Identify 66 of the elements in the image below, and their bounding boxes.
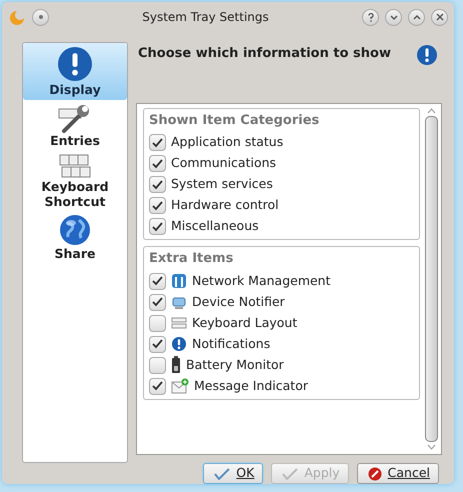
checkbox[interactable] [149,134,166,152]
scroll-down-icon [426,444,436,450]
checkbox[interactable] [149,294,166,311]
checkbox-label: Application status [171,133,284,152]
check-icon [152,200,163,211]
info-icon [171,336,187,352]
ok-button[interactable]: OK [203,463,264,484]
app-icon [8,8,26,26]
scrollbar-handle[interactable] [424,116,438,442]
page-heading: Choose which information to show [138,45,391,63]
minimize-button[interactable] [385,8,402,26]
pin-button[interactable] [32,8,49,26]
checkbox-label: Notifications [192,334,270,353]
sidebar-item[interactable]: Keyboard Shortcut [23,150,127,211]
keyboard-icon [171,317,187,330]
checkbox[interactable] [149,176,166,194]
checkbox-label: Miscellaneous [171,217,259,236]
check-icon [152,297,163,308]
check-icon [214,468,230,480]
check-icon [152,339,163,350]
keyboard-icon [58,153,92,179]
window-title: System Tray Settings [141,9,270,26]
checkbox-label: Communications [171,154,276,172]
checkbox-label: Network Management [192,272,331,290]
sidebar-item[interactable]: Entries [23,100,127,150]
checkbox[interactable] [149,314,166,332]
check-icon [152,276,163,286]
help-button[interactable] [362,8,379,26]
check-icon [152,180,163,190]
checkbox[interactable] [149,155,166,172]
checkbox-label: Keyboard Layout [192,314,298,332]
checkbox-label: Device Notifier [192,292,285,311]
close-button[interactable] [431,8,448,26]
checkbox[interactable] [149,356,166,374]
checkbox-label: Battery Monitor [186,356,284,374]
stop-icon [368,466,382,480]
checkbox[interactable] [149,272,166,290]
check-icon [152,158,163,169]
group-title: Extra Items [149,250,234,268]
close-icon [434,12,444,22]
checkbox-label: System services [171,175,273,194]
checkbox-label: Message Indicator [194,376,308,395]
battery-icon [171,356,181,374]
help-icon [366,12,376,22]
scroll-up-icon [426,108,436,114]
checkbox[interactable] [149,378,166,395]
checkbox-label: Hardware control [171,196,279,214]
envelope-icon [171,378,189,395]
globe-icon [59,214,91,246]
info-icon [416,44,438,66]
check-icon [152,381,163,392]
sidebar-item[interactable]: Display [23,43,127,100]
checkbox[interactable] [149,197,166,214]
wrench-icon [58,103,92,133]
maximize-button[interactable] [408,8,425,26]
group-title: Shown Item Categories [149,112,320,130]
network-icon [171,273,187,290]
sidebar-item[interactable]: Share [23,211,127,263]
checkbox[interactable] [149,336,166,353]
check-icon [282,468,298,480]
check-icon [152,138,163,148]
checkbox[interactable] [149,218,166,236]
cancel-button[interactable]: Cancel [356,463,439,484]
dot-icon [38,15,42,19]
check-icon [152,222,163,232]
info-icon [57,46,93,82]
